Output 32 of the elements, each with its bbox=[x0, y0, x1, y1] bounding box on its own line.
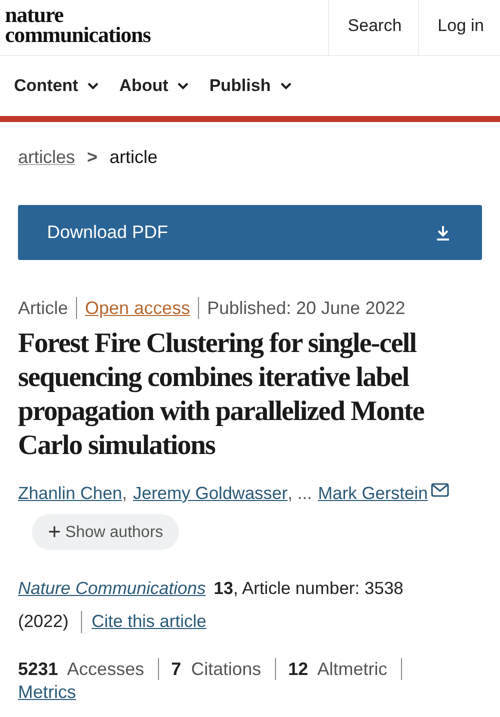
caret-icon bbox=[280, 82, 292, 90]
author-separator: , ... bbox=[288, 483, 312, 504]
header-link[interactable]: Log in bbox=[418, 0, 500, 55]
author-separator: , bbox=[122, 483, 127, 504]
published-date: Published: 20 June 2022 bbox=[207, 298, 406, 318]
citation-year: (2022) bbox=[18, 610, 69, 633]
breadcrumb-link[interactable]: articles bbox=[18, 147, 76, 168]
download-icon bbox=[436, 224, 450, 240]
article-title: Forest Fire Clustering for single-cell sequencing combines iterative label propagation with parallelized Monte Carlo simulations bbox=[18, 327, 426, 463]
metrics-link[interactable]: Metrics bbox=[18, 682, 76, 703]
nav-menu-button[interactable]: Publish bbox=[209, 76, 292, 96]
nav-menu-button[interactable]: About bbox=[119, 76, 190, 96]
author-link[interactable]: Mark Gerstein bbox=[318, 483, 428, 504]
nav-menu-button[interactable]: Content bbox=[14, 76, 100, 96]
mail-icon[interactable] bbox=[430, 483, 449, 497]
download-pdf-button[interactable]: Download PDF bbox=[18, 205, 482, 260]
citation-details: 13, Article number: 3538 bbox=[214, 577, 404, 600]
caret-icon bbox=[177, 82, 190, 90]
header-link[interactable]: Search bbox=[328, 0, 418, 55]
metric-count: 7 Citations bbox=[171, 658, 262, 680]
breadcrumb-current: article bbox=[110, 147, 158, 168]
cite-link[interactable]: Cite this article bbox=[92, 605, 206, 638]
metric-count: 5231 Accesses bbox=[18, 658, 144, 680]
caret-icon bbox=[87, 82, 100, 90]
author-link[interactable]: Zhanlin Chen bbox=[18, 483, 122, 504]
author-link[interactable]: Jeremy Goldwasser bbox=[132, 483, 288, 504]
site-logo[interactable]: nature communications bbox=[0, 0, 151, 55]
open-access-link[interactable]: Open access bbox=[85, 298, 190, 318]
metric-count: 12 Altmetric bbox=[288, 658, 388, 680]
journal-link[interactable]: Nature Communications bbox=[18, 572, 206, 605]
breadcrumb-separator: > bbox=[87, 147, 98, 168]
article-type: Article bbox=[18, 298, 68, 318]
